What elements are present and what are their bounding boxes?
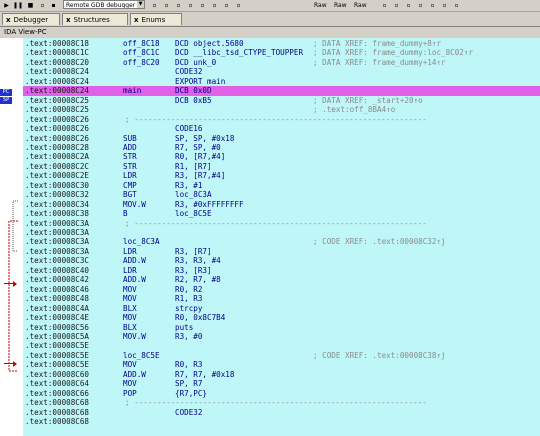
trace-icon[interactable]: ▫ bbox=[150, 1, 159, 10]
line-address: .text:00008C68 bbox=[25, 417, 90, 426]
xref-icon[interactable]: ▫ bbox=[452, 1, 461, 10]
branch-arrows bbox=[8, 200, 18, 372]
bookmark-icon[interactable]: ▫ bbox=[380, 1, 389, 10]
play-icon[interactable]: ▶ bbox=[2, 1, 11, 10]
run-to-cursor-icon[interactable]: ▫ bbox=[174, 1, 183, 10]
window-title: IDA View-PC bbox=[0, 27, 540, 37]
tab-label: Debugger bbox=[13, 16, 49, 24]
chart-icon[interactable]: ▫ bbox=[440, 1, 449, 10]
raw-button-2[interactable]: Raw bbox=[334, 1, 347, 10]
tab-label: Enums bbox=[141, 16, 166, 24]
attach-icon[interactable]: ▪ bbox=[49, 1, 58, 10]
grid-icon[interactable]: ▫ bbox=[404, 1, 413, 10]
tab-structures[interactable]: x Structures bbox=[62, 13, 128, 25]
branch-arrow-2 bbox=[8, 220, 18, 372]
debugger-select[interactable]: Remote GDB debugger ▼ bbox=[63, 0, 145, 9]
raw-button-1[interactable]: Raw bbox=[314, 1, 327, 10]
step-out-icon[interactable]: ▫ bbox=[210, 1, 219, 10]
step-icon[interactable]: ▫ bbox=[38, 1, 47, 10]
tab-debugger[interactable]: x Debugger bbox=[2, 13, 60, 25]
close-icon[interactable]: x bbox=[66, 16, 71, 24]
disassembly-listing[interactable]: ·.text:00008C18off_8C18DCD object.5680; … bbox=[23, 38, 540, 436]
close-icon[interactable]: x bbox=[134, 16, 139, 24]
current-position-arrow bbox=[4, 361, 17, 367]
breakpoint-icon[interactable]: ▫ bbox=[162, 1, 171, 10]
window-title-text: IDA View-PC bbox=[4, 28, 47, 36]
graph-icon[interactable]: ▫ bbox=[416, 1, 425, 10]
view-tabs: x Debugger x Structures x Enums bbox=[0, 12, 540, 27]
tab-label: Structures bbox=[73, 16, 110, 24]
listing-gutter[interactable]: PC SP bbox=[0, 38, 24, 436]
pause-icon[interactable]: ❚❚ bbox=[13, 1, 23, 10]
debugger-select-value: Remote GDB debugger bbox=[66, 2, 136, 9]
list-icon[interactable]: ▫ bbox=[392, 1, 401, 10]
chevron-down-icon: ▼ bbox=[137, 1, 144, 8]
tab-enums[interactable]: x Enums bbox=[130, 13, 182, 25]
debug-window-icon[interactable]: ▫ bbox=[234, 1, 243, 10]
close-icon[interactable]: x bbox=[6, 16, 11, 24]
listing-line[interactable]: ·.text:00008C68 bbox=[23, 417, 540, 427]
flow-icon[interactable]: ▫ bbox=[428, 1, 437, 10]
step-over-icon[interactable]: ▫ bbox=[198, 1, 207, 10]
stop-icon[interactable]: ■ bbox=[26, 1, 35, 10]
run-until-return-icon[interactable]: ▫ bbox=[222, 1, 231, 10]
branch-arrow-1 bbox=[12, 200, 18, 252]
debugger-toolbar: ▶ ❚❚ ■ ▫ ▪ Remote GDB debugger ▼ ▫ ▫ ▫ ▫… bbox=[0, 0, 540, 12]
current-position-arrow bbox=[4, 281, 17, 287]
step-into-icon[interactable]: ▫ bbox=[186, 1, 195, 10]
raw-button-3[interactable]: Raw bbox=[354, 1, 367, 10]
